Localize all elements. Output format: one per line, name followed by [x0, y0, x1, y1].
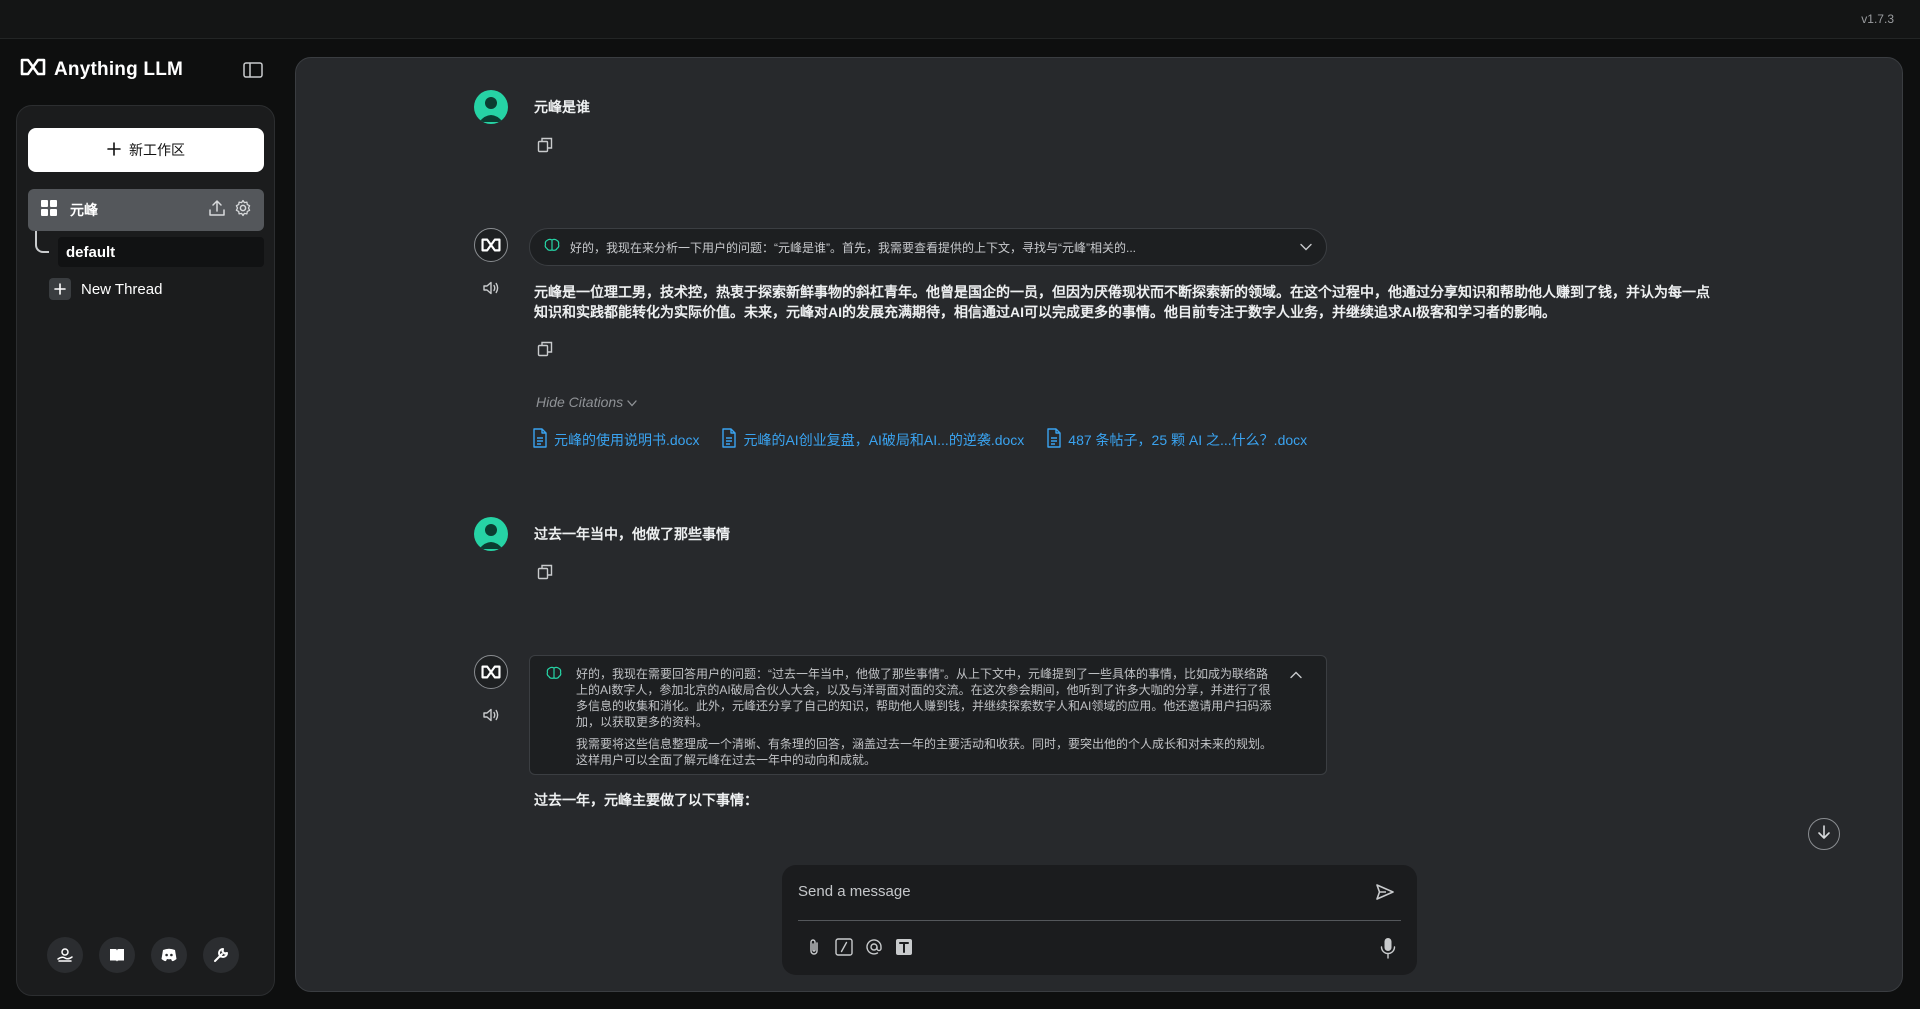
thought-line: 这样用户可以全面了解元峰在过去一年中的动向和成就。 — [576, 753, 877, 767]
top-bar: v1.7.3 — [0, 0, 1920, 39]
text-size-icon[interactable] — [894, 937, 914, 957]
slash-command-icon[interactable] — [834, 937, 854, 957]
speaker-icon[interactable] — [481, 279, 501, 297]
answer-line: 知识和实践都能转化为实际价值。未来，元峰对AI的发展充满期待，相信通过AI可以完… — [534, 304, 1556, 320]
chevron-up-icon[interactable] — [1290, 666, 1302, 684]
thought-line: 加，以获取更多的资料。 — [576, 715, 709, 729]
thought-line: 我需要将这些信息整理成一个清晰、有条理的回答，涵盖过去一年的主要活动和收获。同时… — [576, 737, 1273, 751]
copy-icon[interactable] — [536, 136, 554, 154]
thought-line: 上的AI数字人，参加北京的AI破局合伙人大会，以及与洋哥面对面的交流。在这次参会… — [576, 683, 1271, 697]
citations-list: 元峰的使用说明书.docx 元峰的AI创业复盘，AI破局和AI...的逆袭.do… — [532, 428, 1307, 451]
new-thread-button[interactable]: New Thread — [49, 278, 162, 300]
brain-icon — [544, 238, 560, 257]
copy-icon[interactable] — [536, 563, 554, 581]
message-input[interactable] — [798, 879, 1358, 903]
document-icon — [1046, 428, 1062, 451]
thought-line: 好的，我现在需要回答用户的问题：“过去一年当中，他做了那些事情”。从上下文中，元… — [576, 667, 1268, 681]
microphone-icon[interactable] — [1378, 937, 1398, 959]
version-label: v1.7.3 — [1861, 12, 1894, 26]
user-message-text: 元峰是谁 — [534, 99, 590, 115]
attachment-icon[interactable] — [804, 937, 824, 957]
chevron-down-icon — [627, 394, 637, 410]
citation-label: 元峰的AI创业复盘，AI破局和AI...的逆袭.docx — [743, 431, 1025, 448]
assistant-answer: 过去一年，元峰主要做了以下事情： — [534, 792, 758, 808]
hide-citations-toggle[interactable]: Hide Citations — [536, 394, 637, 410]
sidebar-footer — [47, 937, 239, 973]
new-workspace-button[interactable]: 新工作区 — [28, 128, 264, 172]
brain-icon — [546, 666, 562, 685]
sidebar: 新工作区 元峰 default New Thread — [16, 105, 275, 996]
chat-panel: 元峰是谁 好的，我现在来分析一下用户的问题：“元峰是谁”。首先，我需要查看提供的… — [295, 57, 1903, 992]
sidebar-toggle-icon[interactable] — [242, 61, 264, 79]
gear-icon[interactable] — [234, 199, 252, 222]
plus-icon — [49, 278, 71, 300]
workspace-name: 元峰 — [70, 202, 98, 218]
thought-paragraph: 我需要将这些信息整理成一个清晰、有条理的回答，涵盖过去一年的主要活动和收获。同时… — [576, 736, 1286, 768]
community-hub-icon[interactable] — [47, 937, 83, 973]
citation-link[interactable]: 487 条帖子，25 颗 AI 之...什么？.docx — [1046, 428, 1307, 451]
document-icon — [721, 428, 737, 451]
composer-divider — [798, 920, 1401, 921]
user-message-text: 过去一年当中，他做了那些事情 — [534, 526, 730, 542]
assistant-answer: 元峰是一位理工男，技术控，热衷于探索新鲜事物的斜杠青年。他曾是国企的一员，但因为… — [534, 282, 1714, 322]
citation-label: 元峰的使用说明书.docx — [554, 431, 700, 448]
user-avatar — [474, 517, 508, 551]
workspace-item[interactable]: 元峰 — [28, 189, 264, 231]
new-thread-label: New Thread — [81, 280, 163, 298]
docs-book-icon[interactable] — [99, 937, 135, 973]
copy-icon[interactable] — [536, 340, 554, 358]
assistant-avatar — [474, 655, 508, 689]
thread-connector — [35, 231, 49, 253]
assistant-avatar — [474, 228, 508, 262]
brand-name: Anything LLM — [54, 58, 184, 80]
document-icon — [532, 428, 548, 451]
scroll-to-bottom-button[interactable] — [1808, 818, 1840, 850]
user-avatar — [474, 90, 508, 124]
thought-collapsed[interactable]: 好的，我现在来分析一下用户的问题：“元峰是谁”。首先，我需要查看提供的上下文，寻… — [529, 228, 1327, 266]
speaker-icon[interactable] — [481, 706, 501, 724]
brand-logo: Anything LLM — [20, 58, 183, 81]
discord-icon[interactable] — [151, 937, 187, 973]
new-workspace-label: 新工作区 — [129, 142, 185, 158]
answer-line: 元峰是一位理工男，技术控，热衷于探索新鲜事物的斜杠青年。他曾是国企的一员，但因为… — [534, 284, 1710, 300]
thought-expanded: 好的，我现在需要回答用户的问题：“过去一年当中，他做了那些事情”。从上下文中，元… — [529, 655, 1327, 775]
at-mention-icon[interactable] — [864, 937, 884, 957]
composer-tools — [804, 937, 914, 957]
send-icon[interactable] — [1374, 881, 1396, 903]
upload-icon[interactable] — [208, 199, 226, 222]
grid-icon — [40, 199, 58, 222]
citation-label: 487 条帖子，25 颗 AI 之...什么？.docx — [1068, 431, 1308, 448]
thread-item-default[interactable]: default — [58, 237, 264, 267]
thought-paragraph: 好的，我现在需要回答用户的问题：“过去一年当中，他做了那些事情”。从上下文中，元… — [576, 666, 1286, 730]
thought-preview-text: 好的，我现在来分析一下用户的问题：“元峰是谁”。首先，我需要查看提供的上下文，寻… — [570, 240, 1136, 255]
citation-link[interactable]: 元峰的AI创业复盘，AI破局和AI...的逆袭.docx — [721, 428, 1024, 451]
settings-wrench-icon[interactable] — [203, 937, 239, 973]
citation-link[interactable]: 元峰的使用说明书.docx — [532, 428, 699, 451]
thought-line: 多信息的收集和消化。此外，元峰还分享了自己的知识，帮助他人赚到钱，并继续探索数字… — [576, 699, 1272, 713]
chevron-down-icon[interactable] — [1300, 238, 1312, 256]
arrow-down-icon — [1817, 824, 1831, 845]
plus-icon — [107, 141, 121, 159]
hide-citations-label: Hide Citations — [536, 394, 624, 410]
anythingllm-logo-icon — [20, 58, 46, 81]
message-composer — [782, 865, 1417, 975]
